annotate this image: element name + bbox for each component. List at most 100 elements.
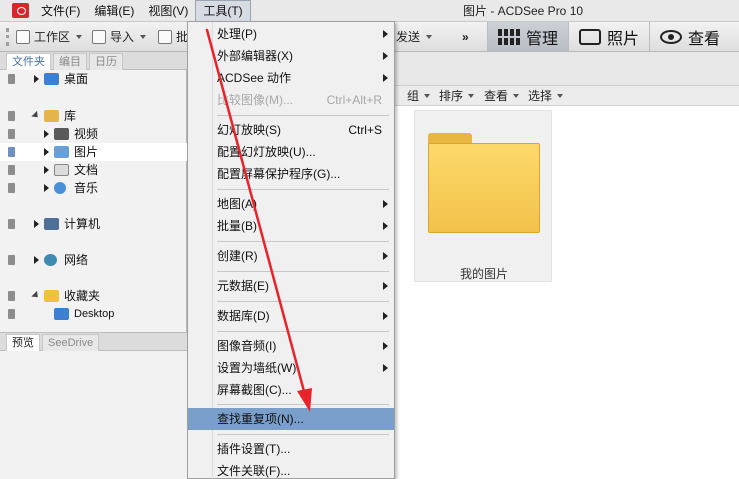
menu-tools[interactable]: 工具(T) <box>195 0 251 22</box>
pin-icon[interactable] <box>8 291 15 301</box>
tools-menu: 处理(P) 外部编辑器(X) ACDSee 动作 比较图像(M)... Ctrl… <box>187 21 395 479</box>
tab-folders[interactable]: 文件夹 <box>6 53 51 70</box>
tag-icon <box>579 28 602 45</box>
menu-item-database[interactable]: 数据库(D) <box>188 305 394 327</box>
tree-item-desktop[interactable]: 桌面 <box>0 70 187 88</box>
expand-arrow-icon[interactable] <box>34 220 39 228</box>
view-menu[interactable]: 查看 <box>484 86 520 106</box>
menu-item-map[interactable]: 地图(A) <box>188 193 394 215</box>
pin-icon[interactable] <box>8 129 15 139</box>
batch-icon <box>158 30 172 44</box>
menu-item-actions[interactable]: ACDSee 动作 <box>188 67 394 89</box>
menu-bar: 文件(F) 编辑(E) 视图(V) 工具(T) <box>34 0 251 22</box>
menu-separator <box>217 301 389 302</box>
workspace-button[interactable]: 工作区 <box>16 27 83 47</box>
expand-arrow-icon[interactable] <box>44 130 49 138</box>
tree-item-fav-desktop[interactable]: Desktop <box>0 305 187 323</box>
tree-item-music[interactable]: 音乐 <box>0 179 187 197</box>
expand-arrow-icon[interactable] <box>34 75 39 83</box>
submenu-arrow-icon <box>383 52 388 60</box>
menu-separator <box>217 115 389 116</box>
thumbnail-item[interactable]: 我的图片 <box>414 110 552 282</box>
submenu-arrow-icon <box>383 200 388 208</box>
collapse-arrow-icon[interactable] <box>31 110 41 121</box>
menu-item-set-wallpaper[interactable]: 设置为墙纸(W) <box>188 357 394 379</box>
menu-item-create[interactable]: 创建(R) <box>188 245 394 267</box>
menu-item-metadata[interactable]: 元数据(E) <box>188 275 394 297</box>
tree-item-library[interactable]: 库 <box>0 107 187 125</box>
chevron-down-icon <box>140 35 147 39</box>
submenu-arrow-icon <box>383 364 388 372</box>
tree-item-videos[interactable]: 视频 <box>0 125 187 143</box>
tab-view[interactable]: 查看 <box>649 22 730 51</box>
menu-separator <box>217 404 389 405</box>
pin-icon[interactable] <box>8 255 15 265</box>
import-button[interactable]: 导入 <box>92 27 147 47</box>
pin-icon[interactable] <box>8 219 15 229</box>
submenu-arrow-icon <box>383 342 388 350</box>
desktop-icon <box>44 73 59 85</box>
tab-calendar[interactable]: 日历 <box>89 53 123 70</box>
tree-item-favorites[interactable]: 收藏夹 <box>0 287 187 305</box>
favorites-icon <box>44 290 59 302</box>
menu-item-configure-screensaver[interactable]: 配置屏幕保护程序(G)... <box>188 163 394 185</box>
tab-preview[interactable]: 预览 <box>6 334 40 351</box>
menu-item-batch[interactable]: 批量(B) <box>188 215 394 237</box>
tree-item-pictures[interactable]: 图片 <box>0 143 187 161</box>
menu-item-image-audio[interactable]: 图像音频(I) <box>188 335 394 357</box>
tree-item-computer[interactable]: 计算机 <box>0 215 187 233</box>
documents-icon <box>54 164 69 176</box>
expand-arrow-icon[interactable] <box>44 184 49 192</box>
window-title: 图片 - ACDSee Pro 10 <box>463 4 584 18</box>
tree-item-network[interactable]: 网络 <box>0 251 187 269</box>
expand-arrow-icon[interactable] <box>34 256 39 264</box>
tab-photos[interactable]: 照片 <box>568 22 649 51</box>
menu-edit[interactable]: 编辑(E) <box>87 0 141 22</box>
submenu-arrow-icon <box>383 222 388 230</box>
group-menu[interactable]: 组 <box>407 86 431 106</box>
send-button[interactable]: 发送 <box>396 27 433 47</box>
expand-arrow-icon[interactable] <box>44 166 49 174</box>
tab-catalog[interactable]: 编目 <box>53 53 87 70</box>
menu-view[interactable]: 视图(V) <box>141 0 195 22</box>
pin-icon[interactable] <box>8 309 15 319</box>
menu-item-find-duplicates[interactable]: 查找重复项(N)... <box>188 408 394 430</box>
collapse-arrow-icon[interactable] <box>31 290 41 301</box>
tab-manage[interactable]: 管理 <box>487 22 569 51</box>
menu-file[interactable]: 文件(F) <box>34 0 87 22</box>
tab-view-label: 查看 <box>688 30 721 48</box>
toolbar-overflow-button[interactable]: » <box>462 27 469 47</box>
menu-item-file-associations[interactable]: 文件关联(F)... <box>188 460 394 479</box>
select-menu[interactable]: 选择 <box>528 86 564 106</box>
pin-icon[interactable] <box>8 183 15 193</box>
menu-separator <box>217 189 389 190</box>
menu-item-process[interactable]: 处理(P) <box>188 23 394 45</box>
menu-item-plugin-settings[interactable]: 插件设置(T)... <box>188 438 394 460</box>
pin-icon[interactable] <box>8 165 15 175</box>
pin-icon[interactable] <box>8 74 15 84</box>
menu-item-compare-images[interactable]: 比较图像(M)... Ctrl+Alt+R <box>188 89 394 111</box>
tree-item-documents[interactable]: 文档 <box>0 161 187 179</box>
submenu-arrow-icon <box>383 74 388 82</box>
import-icon <box>92 30 106 44</box>
toolbar-grip[interactable] <box>6 28 9 46</box>
tab-seedrive[interactable]: SeeDrive <box>42 334 100 351</box>
menu-separator <box>217 241 389 242</box>
menu-item-slideshow[interactable]: 幻灯放映(S) Ctrl+S <box>188 119 394 141</box>
sort-menu[interactable]: 排序 <box>439 86 475 106</box>
folder-panel-tabs: 文件夹 编目 日历 <box>0 52 187 70</box>
menu-item-screen-capture[interactable]: 屏幕截图(C)... <box>188 379 394 401</box>
chevron-down-icon <box>557 94 564 98</box>
library-icon <box>44 110 59 122</box>
pin-icon[interactable] <box>8 147 15 157</box>
menu-item-configure-slideshow[interactable]: 配置幻灯放映(U)... <box>188 141 394 163</box>
acdsee-camera-icon[interactable] <box>12 3 29 18</box>
video-icon <box>54 128 69 140</box>
menu-separator <box>217 271 389 272</box>
pin-icon[interactable] <box>8 111 15 121</box>
menu-item-external-editors[interactable]: 外部编辑器(X) <box>188 45 394 67</box>
batch-button[interactable]: 批 <box>158 27 188 47</box>
expand-arrow-icon[interactable] <box>44 148 49 156</box>
workspace-label: 工作区 <box>34 30 71 44</box>
pictures-icon <box>54 146 69 158</box>
